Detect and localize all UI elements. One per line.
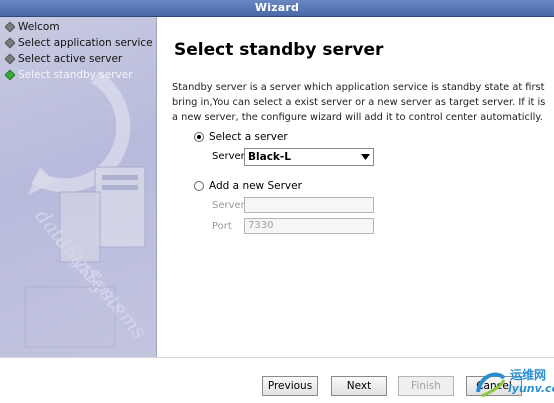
step-welcom: Welcom (5, 19, 156, 35)
page-description: Standby server is a server which applica… (172, 82, 546, 123)
step-label: Select standby server (18, 69, 133, 81)
watermark-text-en: iyunv.com (508, 382, 554, 395)
server-select-value: Black-L (248, 151, 291, 163)
step-label: Welcom (18, 21, 60, 33)
next-button[interactable]: Next (331, 376, 387, 396)
add-new-server-option[interactable]: Add a new Server (194, 180, 302, 192)
previous-button[interactable]: Previous (262, 376, 318, 396)
port-label: Port (212, 221, 232, 232)
wizard-step-list: Welcom Select application service type S… (5, 19, 156, 83)
window-title: Wizard (254, 1, 300, 14)
swoosh-logo-icon (476, 372, 506, 398)
watermark-logo: 运维网 iyunv.com (474, 365, 554, 401)
step-label: Select application service type (18, 37, 156, 49)
port-input[interactable]: 7330 (244, 218, 374, 234)
completed-diamond-icon (5, 38, 15, 48)
new-server-label: Server (212, 200, 245, 211)
watermark-text-cn: 运维网 (510, 368, 547, 382)
step-select-service-type: Select application service type (5, 35, 156, 51)
completed-diamond-icon (5, 54, 15, 64)
add-new-server-radio[interactable] (194, 181, 204, 191)
select-server-radio[interactable] (194, 132, 204, 142)
select-server-option[interactable]: Select a server (194, 131, 288, 143)
current-diamond-icon (5, 70, 15, 80)
wizard-steps-panel: dataSystems dataSystems Welcom Select ap… (0, 17, 157, 357)
server-select-label: Server: (212, 151, 248, 162)
title-bar[interactable]: Wizard (0, 0, 554, 17)
page-title: Select standby server (174, 40, 384, 60)
new-server-input[interactable] (244, 197, 374, 213)
step-select-standby-server: Select standby server (5, 67, 156, 83)
finish-button[interactable]: Finish (398, 376, 454, 396)
completed-diamond-icon (5, 22, 15, 32)
button-bar: Previous Next Finish Cancel 运维网 iyunv.co… (0, 357, 554, 403)
step-label: Select active server (18, 53, 123, 65)
wizard-content: Select standby server Standby server is … (157, 17, 554, 357)
select-server-label: Select a server (209, 131, 288, 143)
chevron-down-icon[interactable] (357, 149, 373, 165)
server-select[interactable]: Black-L (244, 148, 374, 166)
wizard-window: dataSystems dataSystems Welcom Select ap… (0, 17, 554, 403)
step-select-active-server: Select active server (5, 51, 156, 67)
add-new-server-label: Add a new Server (209, 180, 302, 192)
